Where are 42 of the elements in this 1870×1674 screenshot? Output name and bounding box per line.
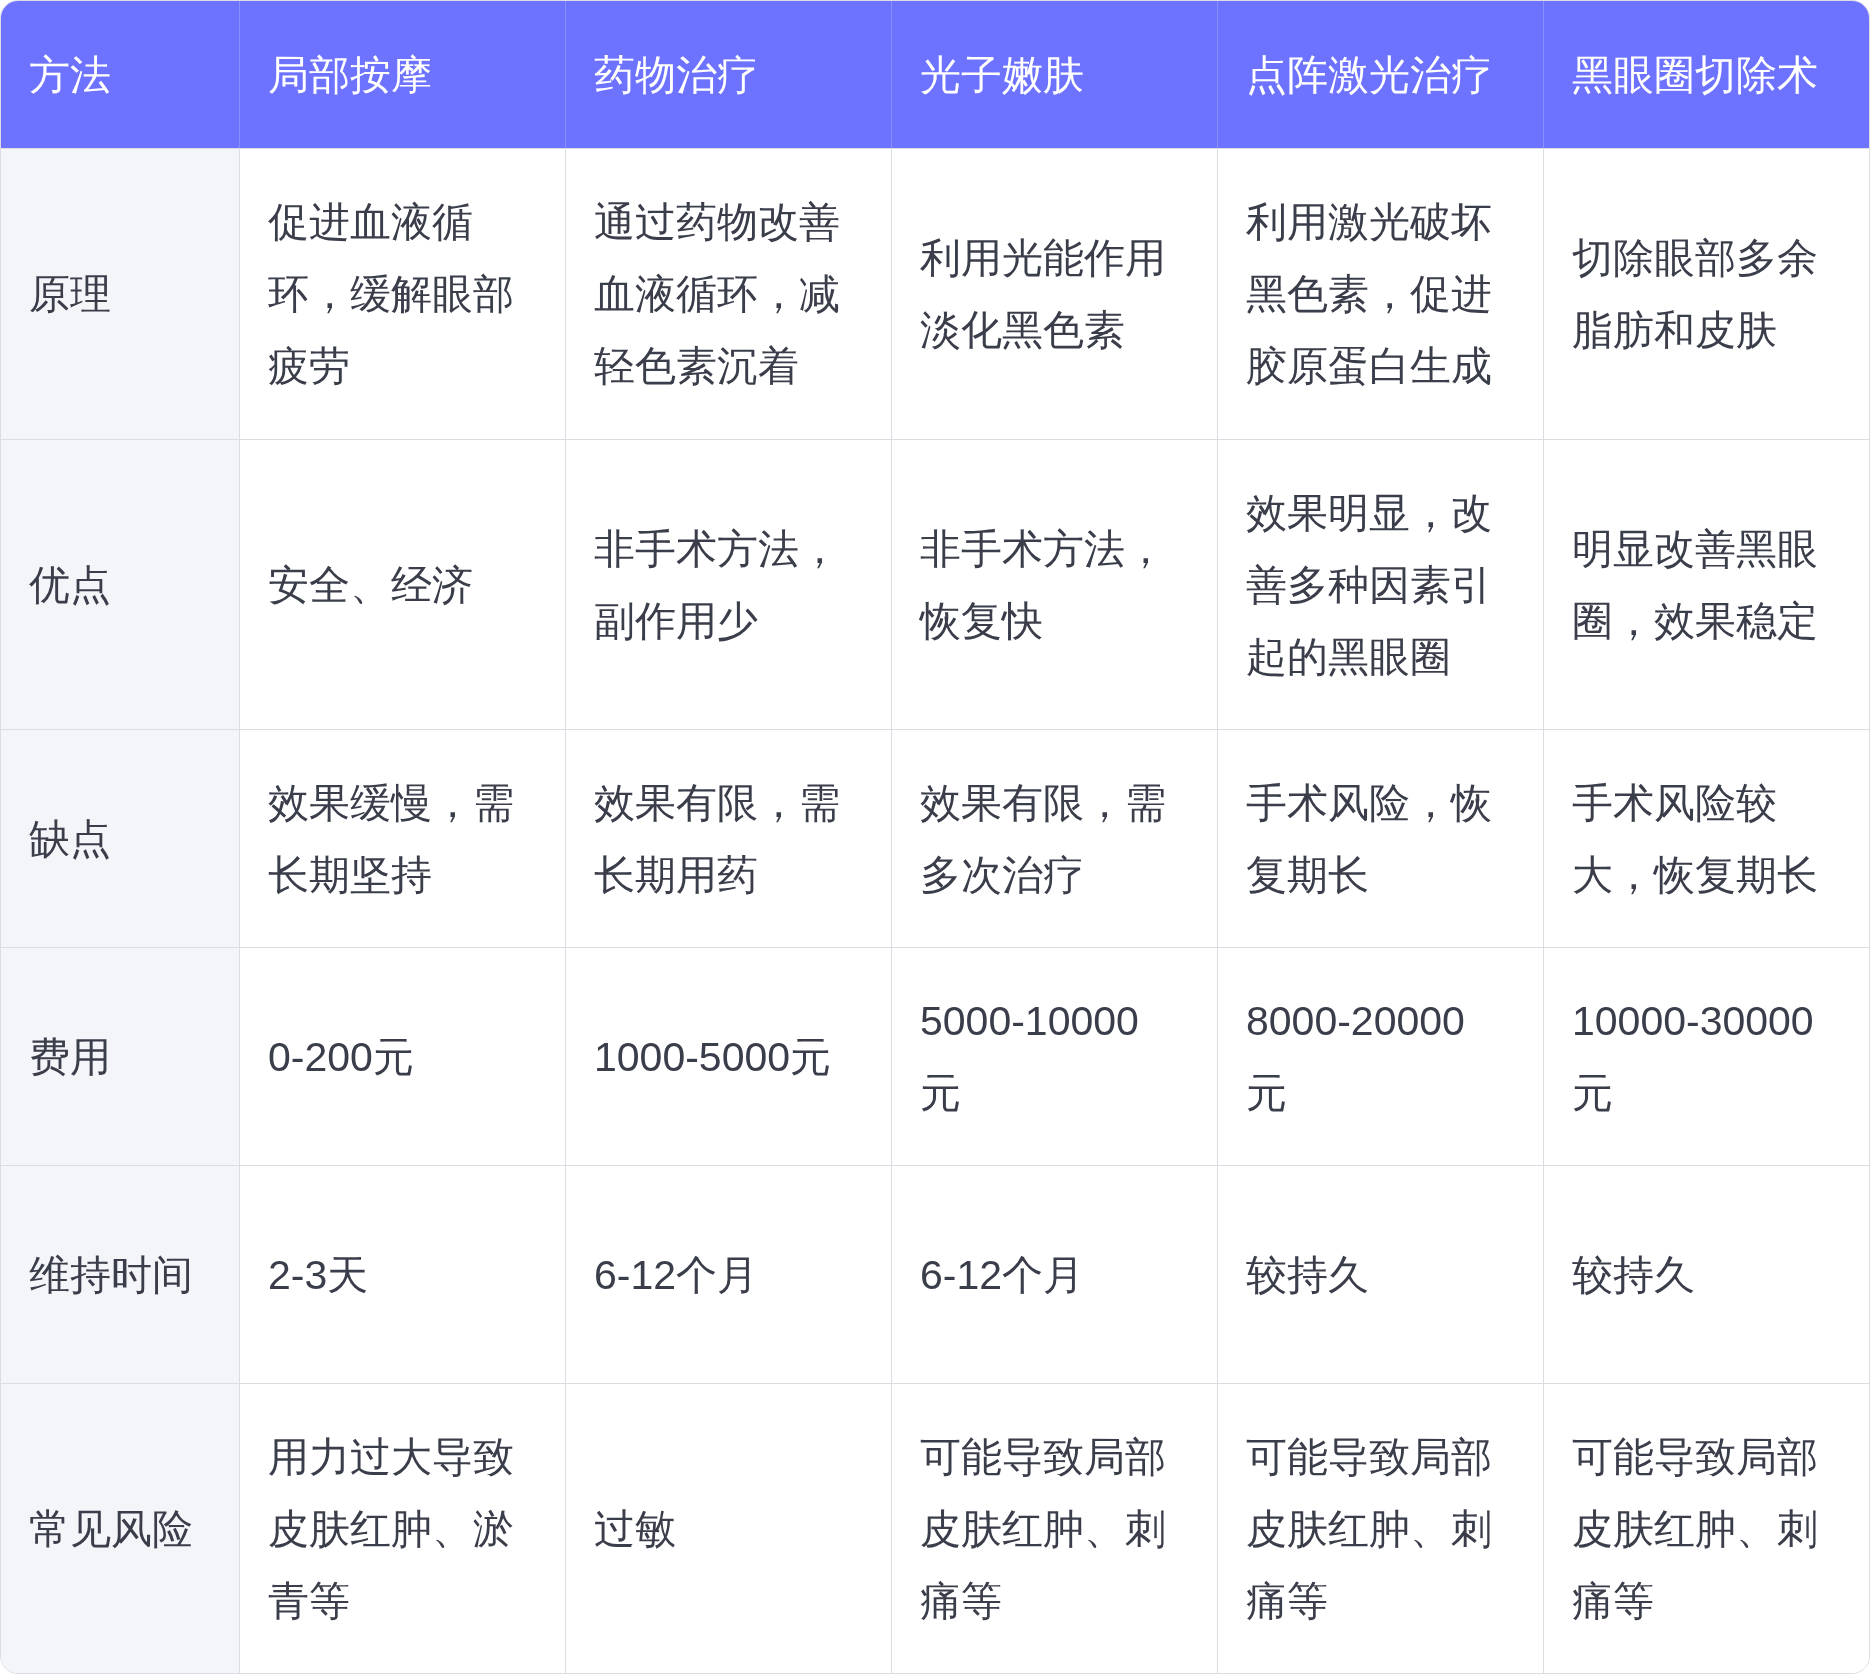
table-cell-text: 较持久 [1572, 1250, 1695, 1300]
table-cell-text: 效果明显，改善多种因素引起的黑眼圈 [1246, 488, 1493, 682]
table-cell-text: 安全、经济 [268, 560, 473, 610]
table-cell-text: 0-200元 [268, 1032, 414, 1082]
table-cell-text: 1000-5000元 [594, 1032, 832, 1082]
table-cell-text: 促进血液循环，缓解眼部疲劳 [268, 198, 515, 391]
table-cell-text: 可能导致局部皮肤红肿、刺痛等 [920, 1432, 1167, 1626]
table-cell-text: 用力过大导致皮肤红肿、淤青等 [268, 1432, 515, 1626]
table-cell-text: 效果缓慢，需长期坚持 [268, 778, 515, 900]
table-cell-text: 10000-30000元 [1572, 996, 1815, 1118]
column-header: 光子嫩肤 [891, 1, 1217, 148]
row-header: 优点 [29, 560, 111, 610]
column-header: 黑眼圈切除术 [1543, 1, 1869, 148]
table-cell-text: 手术风险较大，恢复期长 [1572, 778, 1819, 900]
table-cell-text: 利用激光破坏黑色素，促进胶原蛋白生成 [1246, 198, 1493, 391]
column-header: 点阵激光治疗 [1217, 1, 1543, 148]
table-cell-text: 可能导致局部皮肤红肿、刺痛等 [1246, 1432, 1493, 1626]
table-cell-text: 利用光能作用淡化黑色素 [920, 234, 1167, 355]
table-cell-text: 非手术方法，副作用少 [594, 524, 841, 646]
table-cell-text: 6-12个月 [594, 1250, 759, 1300]
table-cell-text: 6-12个月 [920, 1250, 1085, 1300]
table-cell-text: 手术风险，恢复期长 [1246, 778, 1493, 900]
table-cell-text: 5000-10000元 [920, 996, 1140, 1118]
table-cell-text: 8000-20000元 [1246, 996, 1466, 1118]
column-header: 药物治疗 [565, 1, 891, 148]
table-cell-text: 效果有限，需多次治疗 [920, 778, 1167, 900]
row-header: 费用 [29, 1032, 111, 1082]
table-cell-text: 效果有限，需长期用药 [594, 778, 841, 900]
table-cell-text: 明显改善黑眼圈，效果稳定 [1572, 524, 1819, 646]
row-header: 原理 [29, 270, 111, 319]
column-header: 方法 [1, 1, 239, 148]
table-cell-text: 2-3天 [268, 1250, 369, 1300]
table-cell-text: 较持久 [1246, 1250, 1369, 1300]
column-header: 局部按摩 [239, 1, 565, 148]
table-cell-text: 可能导致局部皮肤红肿、刺痛等 [1572, 1432, 1819, 1626]
table-cell-text: 通过药物改善血液循环，减轻色素沉着 [594, 198, 841, 391]
row-header: 常见风险 [29, 1504, 193, 1554]
table-cell-text: 过敏 [594, 1504, 676, 1554]
row-header: 维持时间 [29, 1250, 193, 1300]
table-cell-text: 非手术方法，恢复快 [920, 524, 1167, 646]
row-header: 缺点 [29, 814, 111, 864]
table-cell-text: 切除眼部多余脂肪和皮肤 [1572, 234, 1819, 355]
